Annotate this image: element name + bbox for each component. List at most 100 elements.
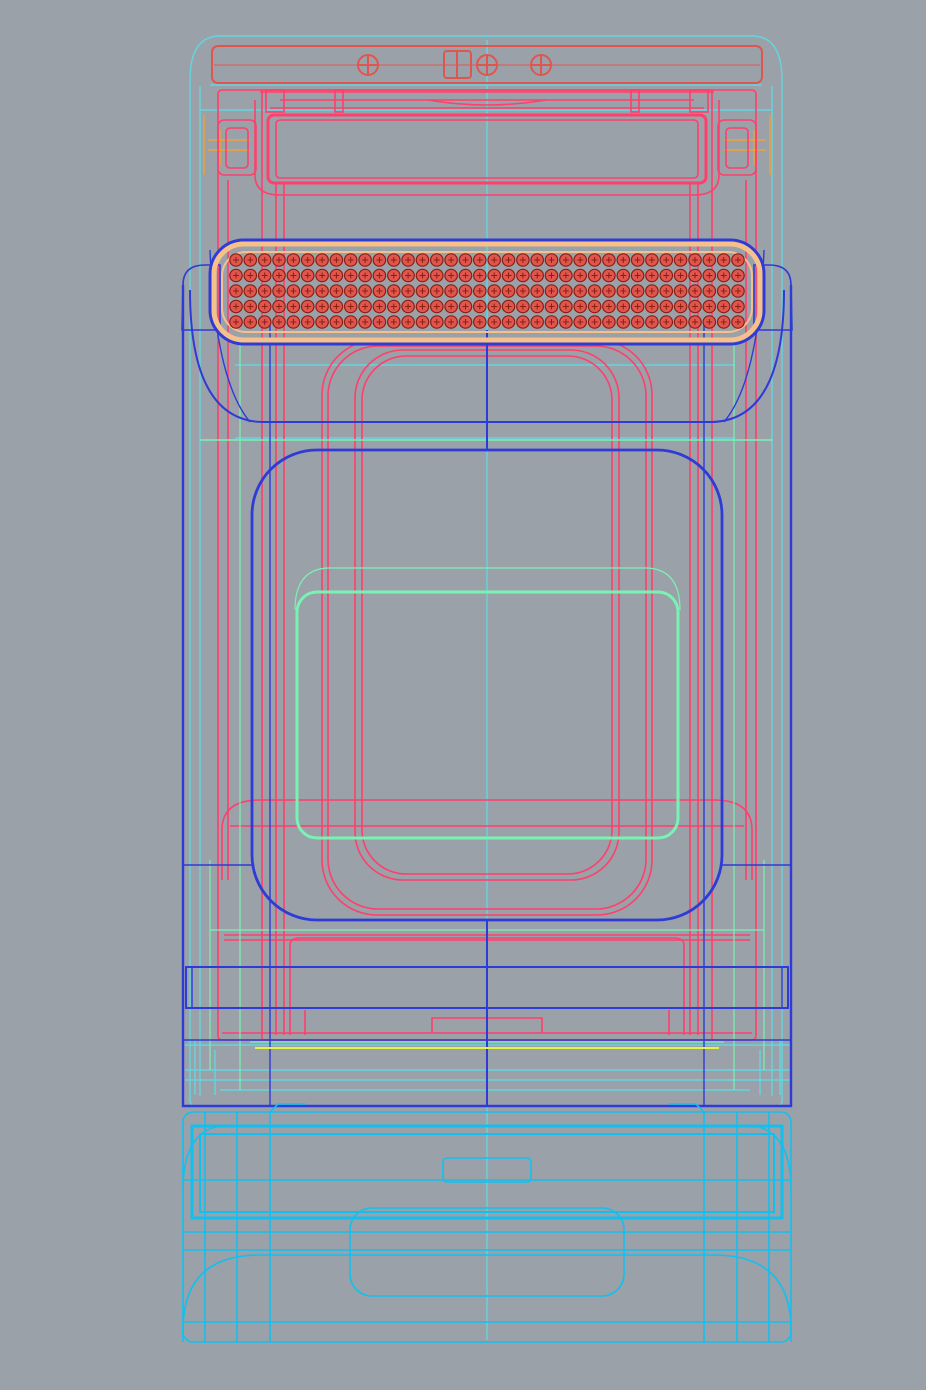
vent-hole <box>358 315 372 329</box>
vent-hole <box>516 315 530 329</box>
vent-hole <box>630 268 645 283</box>
vent-hole <box>501 253 516 267</box>
vent-hole <box>630 284 645 298</box>
vent-hole <box>372 284 387 298</box>
vent-hole <box>401 284 415 298</box>
vent-hole <box>487 268 501 283</box>
vent-hole <box>702 315 717 329</box>
vent-hole <box>602 253 616 267</box>
vent-hole <box>688 268 702 283</box>
vent-hole <box>630 299 645 314</box>
vent-hole <box>300 284 315 298</box>
vent-hole <box>272 268 286 283</box>
vent-hole <box>286 268 301 283</box>
vent-hole <box>573 268 587 283</box>
vent-hole <box>315 268 329 283</box>
vent-hole <box>659 315 674 329</box>
vent-hole <box>401 268 415 283</box>
vent-hole <box>429 299 444 314</box>
vent-hole <box>358 284 372 298</box>
vent-hole <box>573 253 587 267</box>
vent-hole <box>472 268 487 283</box>
vent-hole <box>300 315 315 329</box>
vent-hole <box>645 299 659 314</box>
vent-hole <box>544 299 559 314</box>
vent-hole <box>315 284 329 298</box>
vent-hole <box>286 299 301 314</box>
vent-hole <box>645 284 659 298</box>
vent-hole <box>645 253 659 267</box>
vent-hole <box>516 284 530 298</box>
vent-hole <box>731 253 745 267</box>
vent-hole <box>645 268 659 283</box>
vent-hole <box>315 299 329 314</box>
vent-hole <box>516 253 530 267</box>
vent-hole <box>229 268 243 283</box>
vent-hole <box>386 268 401 283</box>
vent-hole <box>444 268 458 283</box>
vent-hole <box>444 284 458 298</box>
vent-hole <box>257 284 272 298</box>
vent-hole <box>343 315 358 329</box>
vent-hole <box>386 315 401 329</box>
knob-right[interactable] <box>530 54 552 76</box>
vent-hole <box>587 253 602 267</box>
vent-hole <box>716 284 731 298</box>
vent-hole <box>673 284 688 298</box>
vent-hole <box>487 284 501 298</box>
vent-hole <box>272 253 286 267</box>
vent-hole <box>573 299 587 314</box>
knob-center[interactable] <box>476 54 498 76</box>
cad-viewport[interactable] <box>0 0 926 1390</box>
vent-hole <box>616 284 631 298</box>
vent-hole <box>702 253 717 267</box>
vent-hole <box>530 284 544 298</box>
vent-hole <box>329 253 344 267</box>
vent-hole <box>458 268 473 283</box>
vent-hole <box>386 299 401 314</box>
vent-hole <box>415 253 430 267</box>
vent-hole <box>372 253 387 267</box>
vent-hole <box>229 253 243 267</box>
vent-hole <box>257 253 272 267</box>
vent-hole <box>530 268 544 283</box>
vent-hole <box>702 284 717 298</box>
vent-hole <box>731 268 745 283</box>
vent-hole <box>272 315 286 329</box>
knob-left[interactable] <box>357 54 379 76</box>
vent-hole <box>673 268 688 283</box>
vent-hole <box>415 299 430 314</box>
vent-hole <box>372 268 387 283</box>
vent-hole <box>429 268 444 283</box>
vent-hole <box>343 284 358 298</box>
vent-hole <box>530 253 544 267</box>
vent-hole <box>573 284 587 298</box>
vent-hole <box>257 268 272 283</box>
vent-hole <box>688 253 702 267</box>
vent-hole <box>429 253 444 267</box>
vent-hole <box>630 315 645 329</box>
vent-hole <box>386 284 401 298</box>
vent-hole <box>716 253 731 267</box>
vent-hole <box>286 315 301 329</box>
vent-hole <box>415 268 430 283</box>
vent-hole <box>458 284 473 298</box>
vent-hole <box>659 284 674 298</box>
vent-hole <box>429 315 444 329</box>
vent-hole <box>573 315 587 329</box>
vent-hole <box>602 299 616 314</box>
vent-hole <box>243 284 258 298</box>
vent-hole <box>616 299 631 314</box>
vent-hole <box>300 268 315 283</box>
vent-hole <box>587 299 602 314</box>
vent-hole <box>372 299 387 314</box>
vent-hole <box>559 268 573 283</box>
vent-hole <box>716 299 731 314</box>
vent-hole <box>286 284 301 298</box>
vent-hole <box>243 299 258 314</box>
vent-hole <box>272 299 286 314</box>
vent-hole <box>544 315 559 329</box>
vent-hole <box>702 268 717 283</box>
vent-hole <box>257 315 272 329</box>
vent-hole <box>329 268 344 283</box>
